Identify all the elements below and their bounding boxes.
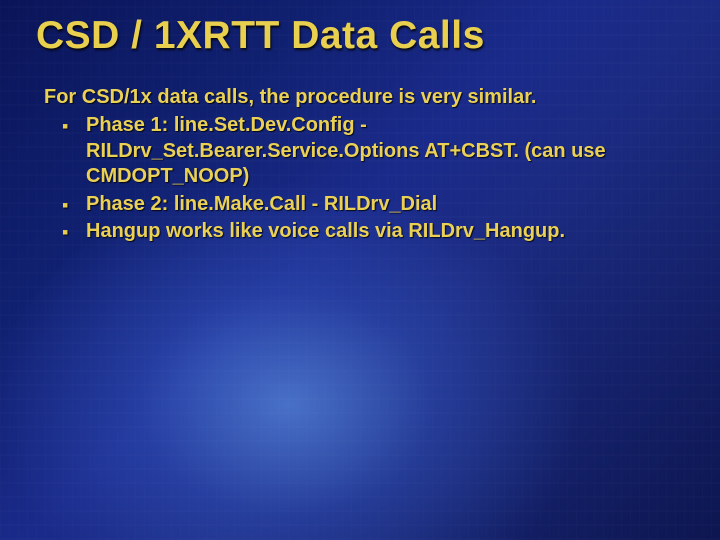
bullet-list: Phase 1: line.Set.Dev.Config - RILDrv_Se… [36,113,690,245]
slide-title: CSD / 1XRTT Data Calls [36,14,690,58]
list-item: Phase 1: line.Set.Dev.Config - RILDrv_Se… [62,113,690,190]
intro-text: For CSD/1x data calls, the procedure is … [44,86,690,109]
list-item: Phase 2: line.Make.Call - RILDrv_Dial [62,192,690,218]
list-item: Hangup works like voice calls via RILDrv… [62,219,690,245]
slide: CSD / 1XRTT Data Calls For CSD/1x data c… [0,0,720,540]
